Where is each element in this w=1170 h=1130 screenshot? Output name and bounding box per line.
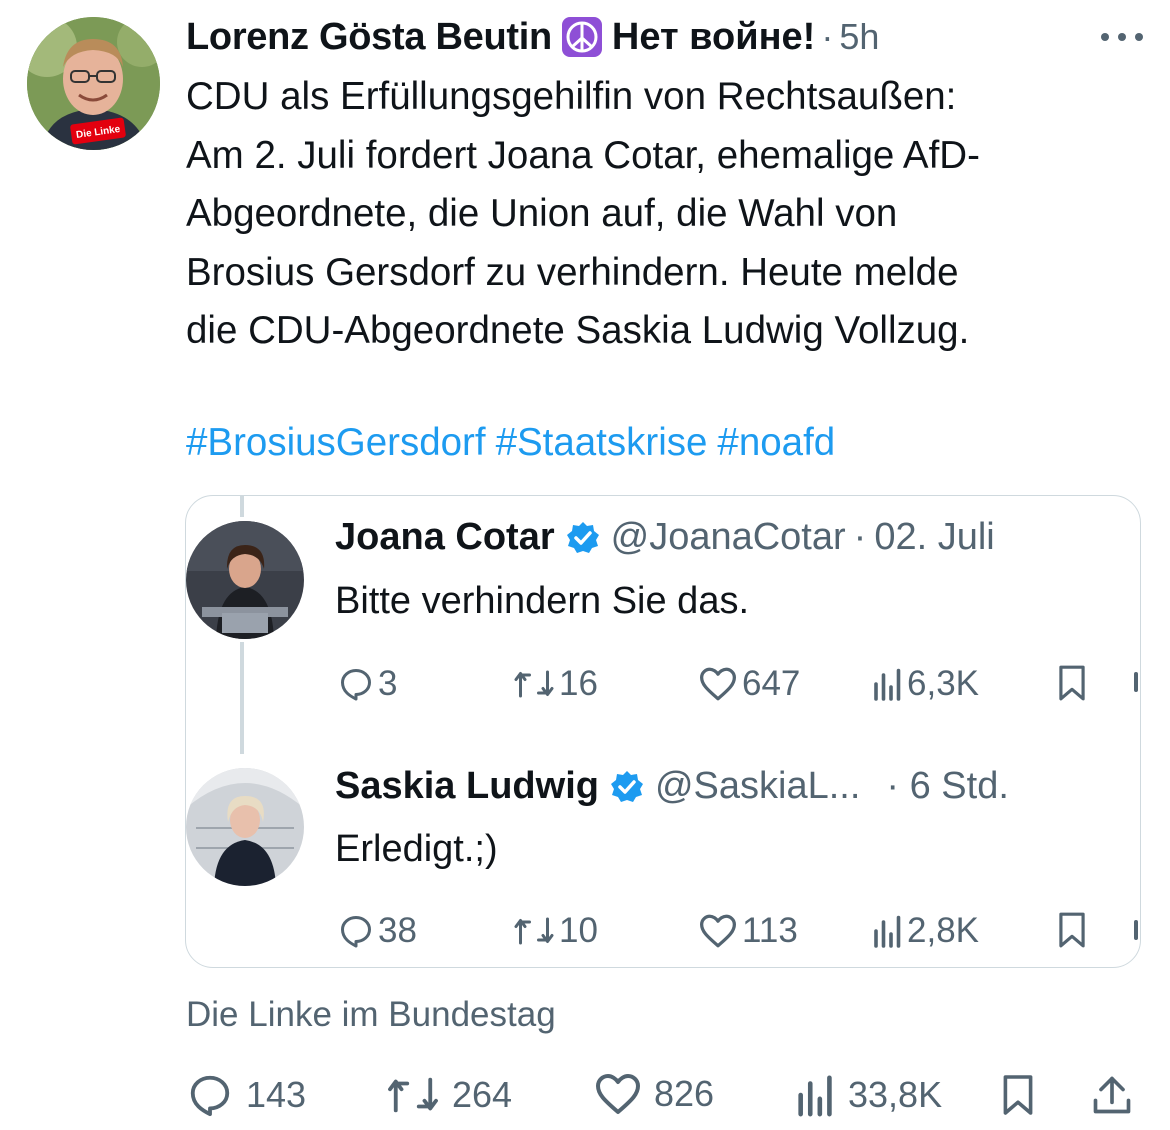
more-icon[interactable]: [1098, 30, 1146, 44]
hashtag-link[interactable]: #Staatskrise: [496, 421, 708, 464]
hashtag-link[interactable]: #BrosiusGersdorf: [186, 421, 486, 464]
tweet-text-line: CDU als Erfüllungsgehilfin von Rechtsauß…: [186, 75, 957, 118]
reply-icon: [341, 916, 371, 948]
tweet-text-line: Brosius Gersdorf zu verhindern. Heute me…: [186, 250, 959, 294]
quoted-avatar-saskia[interactable]: [186, 768, 304, 886]
hashtags: #BrosiusGersdorf #Staatskrise #noafd: [186, 414, 845, 472]
like-button[interactable]: 826: [594, 1072, 714, 1116]
tweet-text-line: Am 2. Juli fordert Joana Cotar, ehemalig…: [186, 133, 980, 177]
verified-icon: [566, 521, 599, 553]
tweet-source[interactable]: Die Linke im Bundestag: [186, 995, 556, 1035]
like-icon: [700, 914, 736, 948]
tweet-text-line: die CDU-Abgeordnete Saskia Ludwig Vollzu…: [186, 309, 970, 352]
tweet-text-line: Abgeordnete, die Union auf, die Wahl von: [186, 192, 898, 235]
quoted-header-joana: Joana Cotar @JoanaCotar · 02. Juli: [335, 516, 995, 559]
like-icon: [700, 667, 736, 701]
quoted-header-saskia: Saskia Ludwig @SaskiaL... · 6 Std.: [335, 765, 1009, 808]
thread-line: [240, 642, 244, 754]
author-avatar[interactable]: Die Linke: [27, 17, 160, 150]
quoted-repost-button[interactable]: 10: [513, 911, 598, 951]
repost-icon: [514, 670, 554, 698]
bookmark-icon[interactable]: [1056, 911, 1088, 949]
views-count: 33,8K: [848, 1074, 943, 1115]
share-icon[interactable]: [1090, 1072, 1134, 1118]
repost-button[interactable]: 264: [386, 1072, 512, 1118]
bookmark-icon[interactable]: [1000, 1072, 1036, 1118]
views-count: 2,8K: [907, 911, 979, 950]
peace-icon: [561, 17, 602, 57]
header-separator: ·: [821, 16, 834, 57]
author-photo: Die Linke: [27, 17, 160, 150]
author-name-suffix: Нет войне!: [611, 15, 816, 58]
views-icon: [798, 1075, 832, 1117]
reply-count: 143: [246, 1074, 307, 1115]
tweet-text: CDU als Erfüllungsgehilfin von Rechtsauß…: [186, 68, 1146, 361]
like-count: 647: [742, 664, 801, 703]
views-count: 6,3K: [907, 664, 979, 703]
repost-icon: [514, 917, 554, 945]
quoted-like-button[interactable]: 647: [698, 664, 800, 704]
like-icon: [596, 1074, 640, 1114]
like-count: 113: [742, 911, 798, 950]
quoted-text-saskia: Erledigt.;): [335, 828, 498, 870]
repost-count: 16: [559, 664, 598, 703]
quoted-reply-button[interactable]: 3: [338, 664, 397, 704]
quoted-repost-button[interactable]: 16: [513, 664, 598, 704]
reply-button[interactable]: 143: [186, 1072, 306, 1118]
hashtag-link[interactable]: #noafd: [717, 421, 835, 464]
quoted-name[interactable]: Joana Cotar: [335, 516, 555, 559]
quoted-views-button[interactable]: 6,3K: [873, 664, 979, 704]
quoted-thread-card[interactable]: [185, 495, 1141, 968]
quoted-separator: ·: [853, 516, 867, 558]
reply-count: 38: [378, 911, 417, 950]
views-icon: [874, 915, 901, 948]
views-icon: [874, 668, 901, 701]
quoted-views-button[interactable]: 2,8K: [873, 911, 979, 951]
author-name[interactable]: Lorenz Gösta Beutin: [186, 16, 552, 59]
like-count: 826: [654, 1073, 715, 1114]
bookmark-icon[interactable]: [1056, 664, 1088, 702]
quoted-reply-button[interactable]: 38: [338, 911, 417, 951]
share-icon[interactable]: [1134, 672, 1138, 692]
quoted-date[interactable]: · 6 Std.: [886, 765, 1009, 808]
reply-icon: [341, 669, 371, 701]
reply-count: 3: [378, 664, 398, 703]
repost-count: 10: [559, 911, 598, 950]
quoted-handle[interactable]: @JoanaCotar: [611, 516, 846, 559]
quoted-avatar-joana[interactable]: [186, 521, 304, 639]
verified-icon: [610, 770, 643, 802]
repost-icon: [388, 1077, 438, 1113]
quoted-handle[interactable]: @SaskiaL...: [655, 765, 860, 808]
quoted-date[interactable]: 02. Juli: [874, 516, 994, 559]
share-icon[interactable]: [1134, 920, 1138, 940]
reply-icon: [190, 1075, 230, 1117]
quoted-like-button[interactable]: 113: [698, 911, 798, 951]
views-button[interactable]: 33,8K: [796, 1072, 942, 1118]
repost-count: 264: [452, 1074, 513, 1115]
tweet-time[interactable]: 5h: [839, 16, 879, 58]
tweet-header: Lorenz Gösta Beutin Нет войне! · 5h: [186, 12, 1150, 62]
quoted-text-joana: Bitte verhindern Sie das.: [335, 580, 750, 622]
thread-line: [240, 495, 244, 517]
quoted-name[interactable]: Saskia Ludwig: [335, 765, 599, 808]
